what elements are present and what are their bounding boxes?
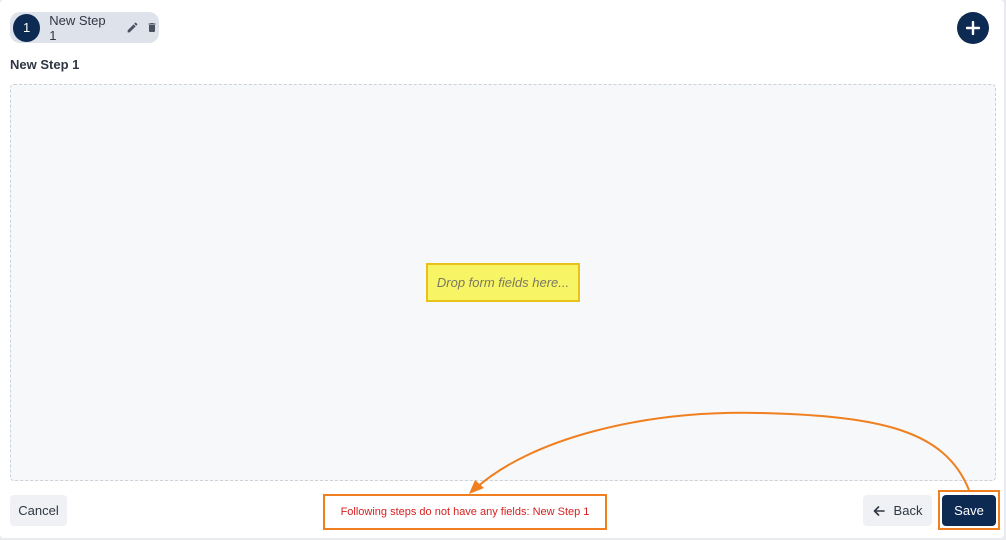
- step-tab-label: New Step 1: [49, 12, 106, 43]
- arrow-left-icon: [873, 505, 885, 517]
- step-number-badge: 1: [13, 13, 41, 42]
- trash-icon[interactable]: [145, 21, 159, 35]
- drop-zone-hint: Drop form fields here...: [426, 263, 580, 302]
- step-title: New Step 1: [10, 57, 80, 72]
- plus-icon: [966, 21, 980, 35]
- step-tab[interactable]: 1 New Step 1: [10, 12, 159, 43]
- add-step-button[interactable]: [957, 12, 989, 44]
- save-button[interactable]: Save: [942, 495, 996, 526]
- back-button-label: Back: [893, 503, 923, 518]
- form-builder-panel: 1 New Step 1 New Step 1 Drop form fields…: [0, 0, 1004, 538]
- back-button[interactable]: Back: [863, 495, 932, 526]
- cancel-button[interactable]: Cancel: [10, 495, 67, 526]
- validation-error-message: Following steps do not have any fields: …: [323, 494, 607, 530]
- pencil-icon[interactable]: [126, 21, 140, 35]
